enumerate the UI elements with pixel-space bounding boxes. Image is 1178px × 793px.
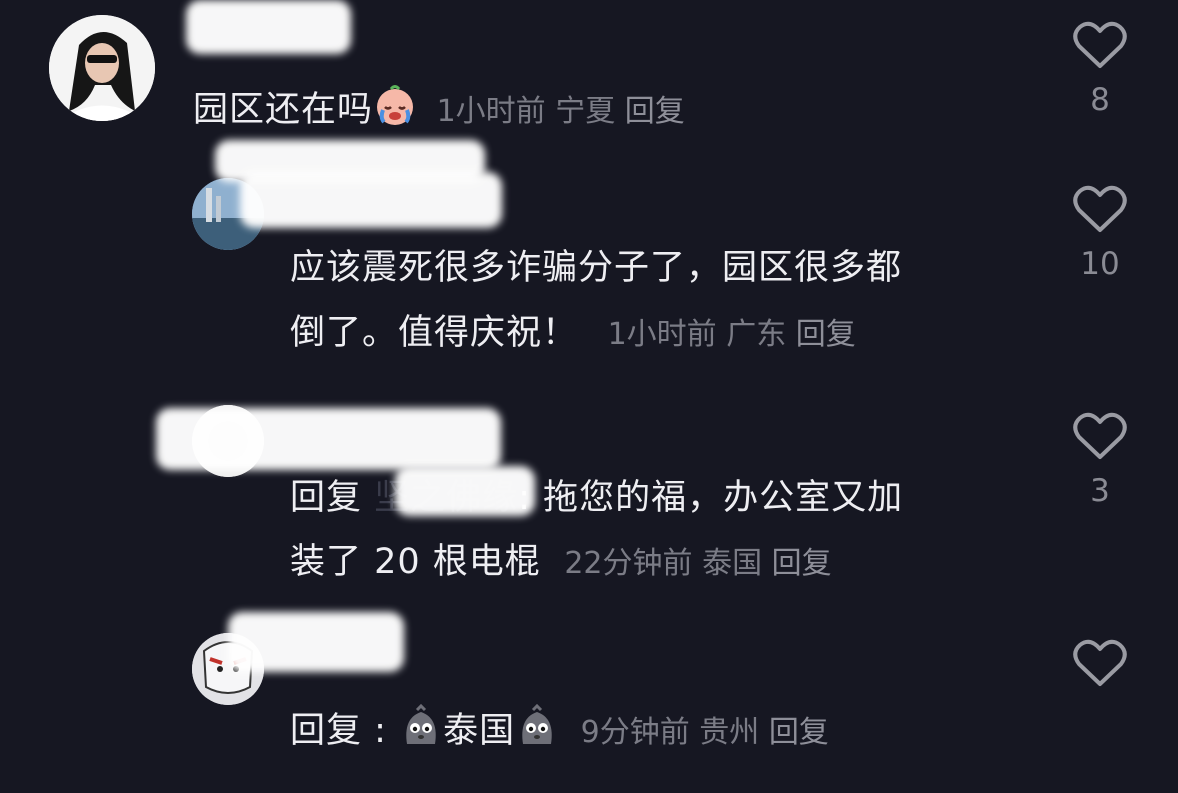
heart-icon bbox=[1073, 185, 1127, 232]
comment-text: 泰国 bbox=[443, 711, 516, 751]
like-button[interactable] bbox=[1070, 638, 1130, 688]
comment-body: 应该震死很多诈骗分子了，园区很多都 bbox=[290, 246, 902, 292]
comment-body: 回复 坚之佛缘: 拖您的福，办公室又加 bbox=[290, 476, 903, 522]
comment-text: 园区还在吗 bbox=[193, 90, 374, 130]
reply-prefix: 回复 : bbox=[290, 711, 387, 751]
comment-body-line2: 装了 20 根电棍 22分钟前 泰国 回复 bbox=[290, 540, 832, 586]
like-count: 10 bbox=[1080, 246, 1120, 282]
redacted-username bbox=[186, 0, 351, 54]
comment-text: 倒了。值得庆祝！ bbox=[290, 313, 579, 353]
hamster-emoji bbox=[522, 704, 552, 744]
redacted-username bbox=[156, 408, 501, 470]
like-count: 8 bbox=[1090, 82, 1110, 118]
comment-body: 回复 : 泰国 9分钟前 贵州 回复 bbox=[290, 704, 829, 755]
like-button[interactable]: 8 bbox=[1070, 20, 1130, 118]
crying-face-emoji bbox=[377, 85, 414, 125]
redacted-username bbox=[240, 172, 502, 228]
heart-icon bbox=[1073, 639, 1127, 686]
reply-prefix: 回复 bbox=[290, 478, 363, 518]
heart-icon bbox=[1073, 21, 1127, 68]
redacted-username bbox=[395, 466, 535, 516]
comment-body: 园区还在吗 1小时前 宁夏 回复 bbox=[193, 83, 685, 134]
comment-text: 装了 20 根电棍 bbox=[290, 542, 541, 582]
comment-thread: 园区还在吗 1小时前 宁夏 回复 8 应该震死很多诈骗分子了，园区很多都 倒了。… bbox=[0, 0, 1178, 793]
hamster-emoji bbox=[406, 704, 436, 744]
like-button[interactable]: 3 bbox=[1070, 411, 1130, 509]
comment-time: 1小时前 bbox=[607, 317, 717, 352]
comment-time: 9分钟前 bbox=[580, 715, 690, 750]
redacted-username bbox=[228, 612, 404, 672]
comment-location: 宁夏 bbox=[555, 94, 616, 129]
like-count: 3 bbox=[1090, 473, 1110, 509]
like-button[interactable]: 10 bbox=[1070, 184, 1130, 282]
comment-time: 22分钟前 bbox=[564, 546, 693, 581]
comment-location: 泰国 bbox=[702, 546, 763, 581]
avatar[interactable] bbox=[49, 15, 155, 121]
comment-text: : 拖您的福，办公室又加 bbox=[518, 478, 904, 518]
comment-body-line2: 倒了。值得庆祝！ 1小时前 广东 回复 bbox=[290, 311, 856, 357]
comment-text: 应该震死很多诈骗分子了，园区很多都 bbox=[290, 248, 903, 288]
reply-button[interactable]: 回复 bbox=[625, 94, 685, 129]
reply-button[interactable]: 回复 bbox=[796, 317, 856, 352]
comment-location: 广东 bbox=[726, 317, 787, 352]
reply-button[interactable]: 回复 bbox=[772, 546, 832, 581]
heart-icon bbox=[1073, 412, 1127, 459]
comment-location: 贵州 bbox=[699, 715, 760, 750]
comment-time: 1小时前 bbox=[436, 94, 546, 129]
reply-button[interactable]: 回复 bbox=[769, 715, 829, 750]
